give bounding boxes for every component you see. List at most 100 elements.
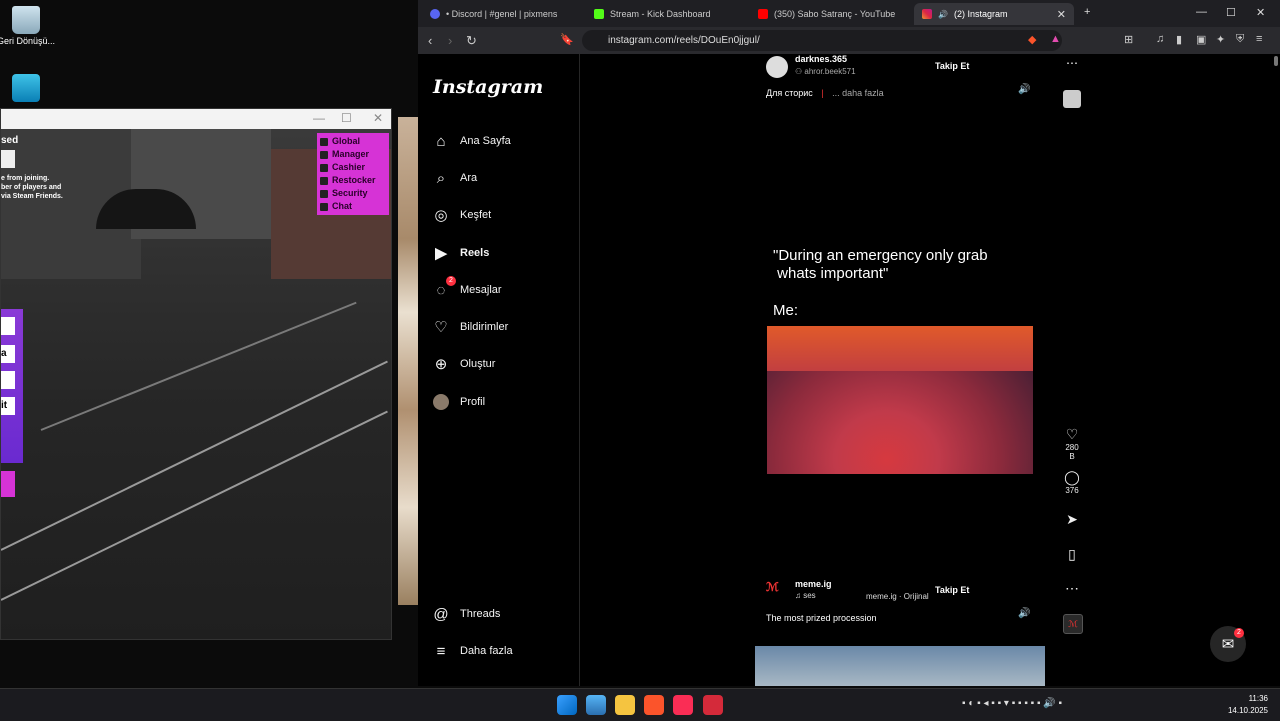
more-options-button[interactable]: ⋯ [1062,580,1082,597]
nav-messages[interactable]: ◌ 2 Mesajlar [432,276,502,299]
caption-text: Для сторис [766,88,813,98]
follow-button[interactable]: Takip Et [935,61,969,71]
game-box[interactable] [1,150,15,168]
leo-icon[interactable]: ✦ [1216,33,1225,46]
bookmark-icon: ▯ [1068,546,1076,562]
comment-button[interactable]: ◯ 376 [1062,469,1082,495]
menu-item-restocker[interactable]: Restocker [320,174,386,187]
extensions-icon[interactable]: ⊞ [1124,33,1133,46]
menu-item-manager[interactable]: Manager [320,148,386,161]
browser-menu-icon[interactable]: ≡ [1256,33,1262,45]
brave-shield-icon[interactable]: ◆ [1028,33,1036,46]
wallet-icon[interactable]: ▣ [1196,33,1206,46]
taskbar-clock[interactable]: 11:36 14.10.2025 [1228,693,1268,717]
nav-home[interactable]: ⌂ Ana Sayfa [432,132,510,150]
game-info-line: via Steam Friends. [1,193,63,200]
taskbar-app-t[interactable] [703,695,723,715]
nav-profile[interactable]: Profil [432,393,485,411]
start-button[interactable] [557,695,577,715]
vpn-icon[interactable]: ⛨ [1236,33,1244,46]
box-icon [320,176,328,185]
game-pink-button[interactable] [1,471,15,497]
save-button[interactable]: ▯ [1062,546,1082,563]
maximize-icon[interactable]: ☐ [341,111,352,125]
sidebar-icon[interactable]: ▮ [1176,33,1182,46]
nav-label: Threads [460,608,501,620]
nav-reels[interactable]: ▶ Reels [432,244,489,262]
background-window-strip [398,117,418,605]
reel2-audio-thumbnail[interactable]: ℳ [1063,614,1083,634]
close-icon[interactable]: ✕ [373,111,383,125]
globe-icon [320,137,328,146]
window-minimize-button[interactable]: — [1196,6,1207,18]
minimize-icon[interactable]: — [313,111,325,125]
menu-item-security[interactable]: Security [320,187,386,200]
menu-icon: ≡ [436,642,446,660]
reel-username[interactable]: darknes.365 [795,54,847,64]
window-close-button[interactable]: ✕ [1256,6,1265,19]
nav-more[interactable]: ≡ Daha fazla [432,642,513,660]
more-link[interactable]: ... daha fazla [832,88,884,98]
nav-explore[interactable]: ◎ Keşfet [432,206,491,224]
reel2-video-preview[interactable] [755,646,1045,686]
reel-options-icon[interactable]: ⋯ [1066,56,1078,70]
reel2-audio-original[interactable]: meme.ig · Orijinal [866,592,929,601]
reel2-username[interactable]: meme.ig [795,579,832,589]
back-icon[interactable]: ‹ [428,33,432,48]
reel-audio-label: ahror.beek571 [804,67,856,76]
nav-search[interactable]: ⌕ Ara [432,169,477,187]
game-scene[interactable]: sed e from joining. ber of players and v… [1,129,391,639]
tab-discord[interactable]: • Discord | #genel | pixmens [422,3,582,25]
menu-item-chat[interactable]: Chat [320,200,386,213]
tab-youtube[interactable]: (350) Sabo Satranç - YouTube [750,3,910,25]
messages-fab[interactable]: ✉ 2 [1210,626,1246,662]
reel-audio[interactable]: ⚇ ahror.beek571 [795,67,856,76]
forward-icon[interactable]: › [448,33,452,48]
game-titlebar[interactable]: — ☐ ✕ [1,109,391,129]
tray-icons[interactable]: ▪ ◐ ▪ ◂ ▪ ▪ ▾ ▪ ▪ ▪ ▪ ▪ 🔊 ▪ [962,698,1062,709]
like-button[interactable]: ♡ 280 B [1062,426,1082,461]
reel2-author-avatar[interactable]: ℳ [766,580,788,602]
panel-input[interactable]: a [1,345,15,363]
desktop-icon-monitor[interactable] [0,74,56,104]
scrollbar[interactable] [1274,56,1278,66]
panel-button[interactable]: it [1,397,15,415]
tab-kick[interactable]: Stream - Kick Dashboard [586,3,746,25]
nav-notifications[interactable]: ♡ Bildirimler [432,318,508,336]
new-tab-button[interactable]: + [1084,6,1090,18]
threads-icon: @ [433,605,449,623]
nav-threads[interactable]: @ Threads [432,605,500,623]
instagram-logo[interactable]: Instagram [433,76,543,98]
share-button[interactable]: ➤ [1062,511,1082,528]
panel-input[interactable] [1,317,15,335]
desktop-icon-recycle-bin[interactable]: Geri Dönüşü... [0,6,56,46]
tab-close-icon[interactable]: ✕ [1057,8,1066,21]
bookmark-icon[interactable]: 🔖 [560,33,574,46]
reel2-caption[interactable]: The most prized procession [766,613,877,623]
nav-create[interactable]: ⊕ Oluştur [432,355,496,373]
menu-item-cashier[interactable]: Cashier [320,161,386,174]
menu-item-global[interactable]: Global [320,135,386,148]
reel2-follow-button[interactable]: Takip Et [935,585,969,595]
reel-caption[interactable]: Для сторис | ... daha fazla [766,88,884,98]
url-bar[interactable]: instagram.com/reels/DOuEn0jjgul/ [582,30,1062,51]
music-icon[interactable]: ♫ [1156,33,1164,45]
taskbar-photos[interactable] [586,695,606,715]
reload-icon[interactable]: ↻ [466,33,477,49]
instagram-page: Instagram ⌂ Ana Sayfa ⌕ Ara ◎ Keşfet ▶ R… [418,54,1280,686]
mute-icon[interactable]: 🔊 [1018,84,1030,95]
taskbar-file-explorer[interactable] [615,695,635,715]
window-maximize-button[interactable]: ☐ [1226,6,1236,19]
reel2-mute-icon[interactable]: 🔊 [1018,608,1030,619]
taskbar-music[interactable] [673,695,693,715]
reel-video[interactable] [767,326,1033,474]
panel-input[interactable] [1,371,15,389]
taskbar-brave[interactable] [644,695,664,715]
tab-instagram[interactable]: 🔊 (2) Instagram ✕ [914,3,1074,25]
brave-rewards-icon[interactable]: ▲ [1050,33,1061,45]
game-window[interactable]: — ☐ ✕ sed e from joining. ber of players… [0,108,392,640]
tab-label: (2) Instagram [953,9,1008,19]
reel-audio-thumbnail[interactable] [1063,90,1081,108]
reel-author-avatar[interactable] [766,56,788,78]
reel2-audio[interactable]: ♫ ses [795,591,816,600]
